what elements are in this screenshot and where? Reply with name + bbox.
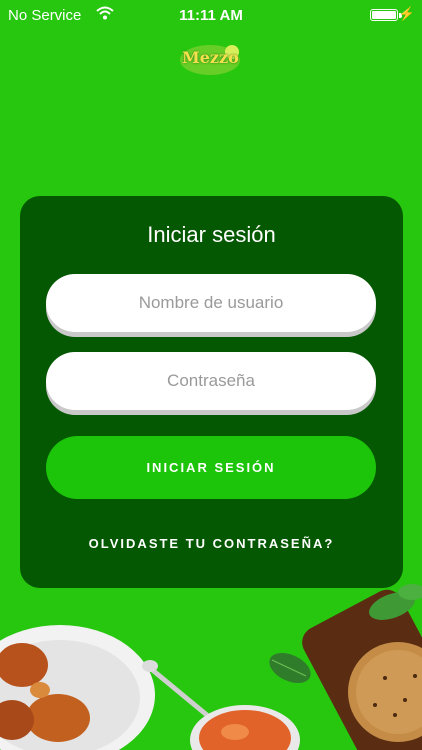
logo-text: Mezzo: [182, 48, 239, 67]
app-logo: Mezzo: [174, 42, 244, 78]
battery-icon: [370, 9, 398, 21]
status-bar: No Service 11:11 AM ⚡: [0, 0, 422, 30]
login-card: Iniciar sesión INICIAR SESIÓN OLVIDASTE …: [20, 196, 403, 588]
forgot-password-link[interactable]: OLVIDASTE TU CONTRASEÑA?: [20, 536, 403, 551]
username-input[interactable]: [46, 274, 376, 332]
food-decoration: [0, 584, 422, 750]
status-time: 11:11 AM: [179, 7, 243, 24]
login-title: Iniciar sesión: [147, 222, 276, 247]
login-button[interactable]: INICIAR SESIÓN: [46, 436, 376, 499]
charging-bolt-icon: ⚡: [398, 6, 415, 21]
password-input[interactable]: [46, 352, 376, 410]
